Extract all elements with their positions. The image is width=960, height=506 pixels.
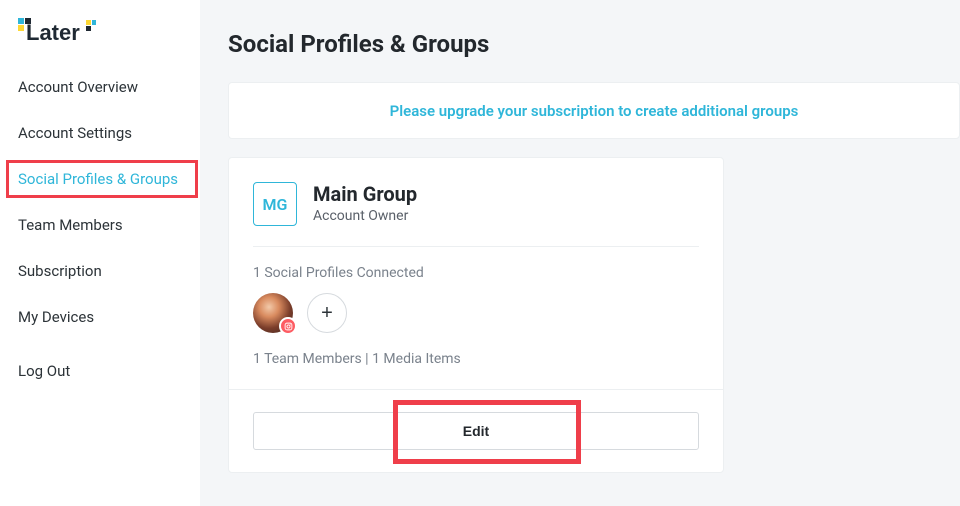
brand-logo: Later	[0, 18, 200, 64]
nav-label: Account Overview	[18, 78, 138, 96]
group-stats-label: 1 Team Members | 1 Media Items	[253, 351, 699, 389]
nav-account-overview[interactable]: Account Overview	[0, 64, 200, 110]
nav-log-out[interactable]: Log Out	[0, 348, 200, 394]
nav-label: Social Profiles & Groups	[18, 170, 178, 188]
nav-my-devices[interactable]: My Devices	[0, 294, 200, 340]
nav-label: Subscription	[18, 262, 102, 280]
group-initials-badge: MG	[253, 182, 297, 226]
edit-button-label: Edit	[463, 423, 489, 439]
nav-social-profiles-groups[interactable]: Social Profiles & Groups	[0, 156, 200, 202]
social-profile-avatar[interactable]	[253, 293, 293, 333]
profiles-connected-label: 1 Social Profiles Connected	[253, 265, 699, 281]
group-card: MG Main Group Account Owner 1 Social Pro…	[228, 157, 724, 473]
nav-team-members[interactable]: Team Members	[0, 202, 200, 248]
nav-label: Account Settings	[18, 124, 132, 142]
group-role: Account Owner	[313, 208, 417, 224]
nav-label: Team Members	[18, 216, 123, 234]
group-name: Main Group	[313, 182, 417, 206]
svg-text:Later: Later	[26, 20, 80, 45]
group-header: MG Main Group Account Owner	[253, 182, 699, 247]
edit-row: Edit	[253, 390, 699, 450]
upgrade-banner-text: Please upgrade your subscription to crea…	[390, 102, 799, 120]
profiles-row: +	[253, 293, 699, 333]
plus-icon: +	[321, 303, 333, 323]
group-heading: Main Group Account Owner	[313, 182, 417, 224]
upgrade-banner[interactable]: Please upgrade your subscription to crea…	[228, 82, 960, 139]
nav-account-settings[interactable]: Account Settings	[0, 110, 200, 156]
edit-button[interactable]: Edit	[253, 412, 699, 450]
main-content: Social Profiles & Groups Please upgrade …	[200, 0, 960, 506]
add-profile-button[interactable]: +	[307, 293, 347, 333]
logout-label: Log Out	[18, 362, 70, 380]
nav-subscription[interactable]: Subscription	[0, 248, 200, 294]
nav-label: My Devices	[18, 308, 94, 326]
sidebar-nav: Account Overview Account Settings Social…	[0, 64, 200, 340]
sidebar: Later Account Overview Account Settings …	[0, 0, 200, 506]
instagram-icon	[279, 317, 297, 335]
page-title: Social Profiles & Groups	[228, 30, 960, 58]
